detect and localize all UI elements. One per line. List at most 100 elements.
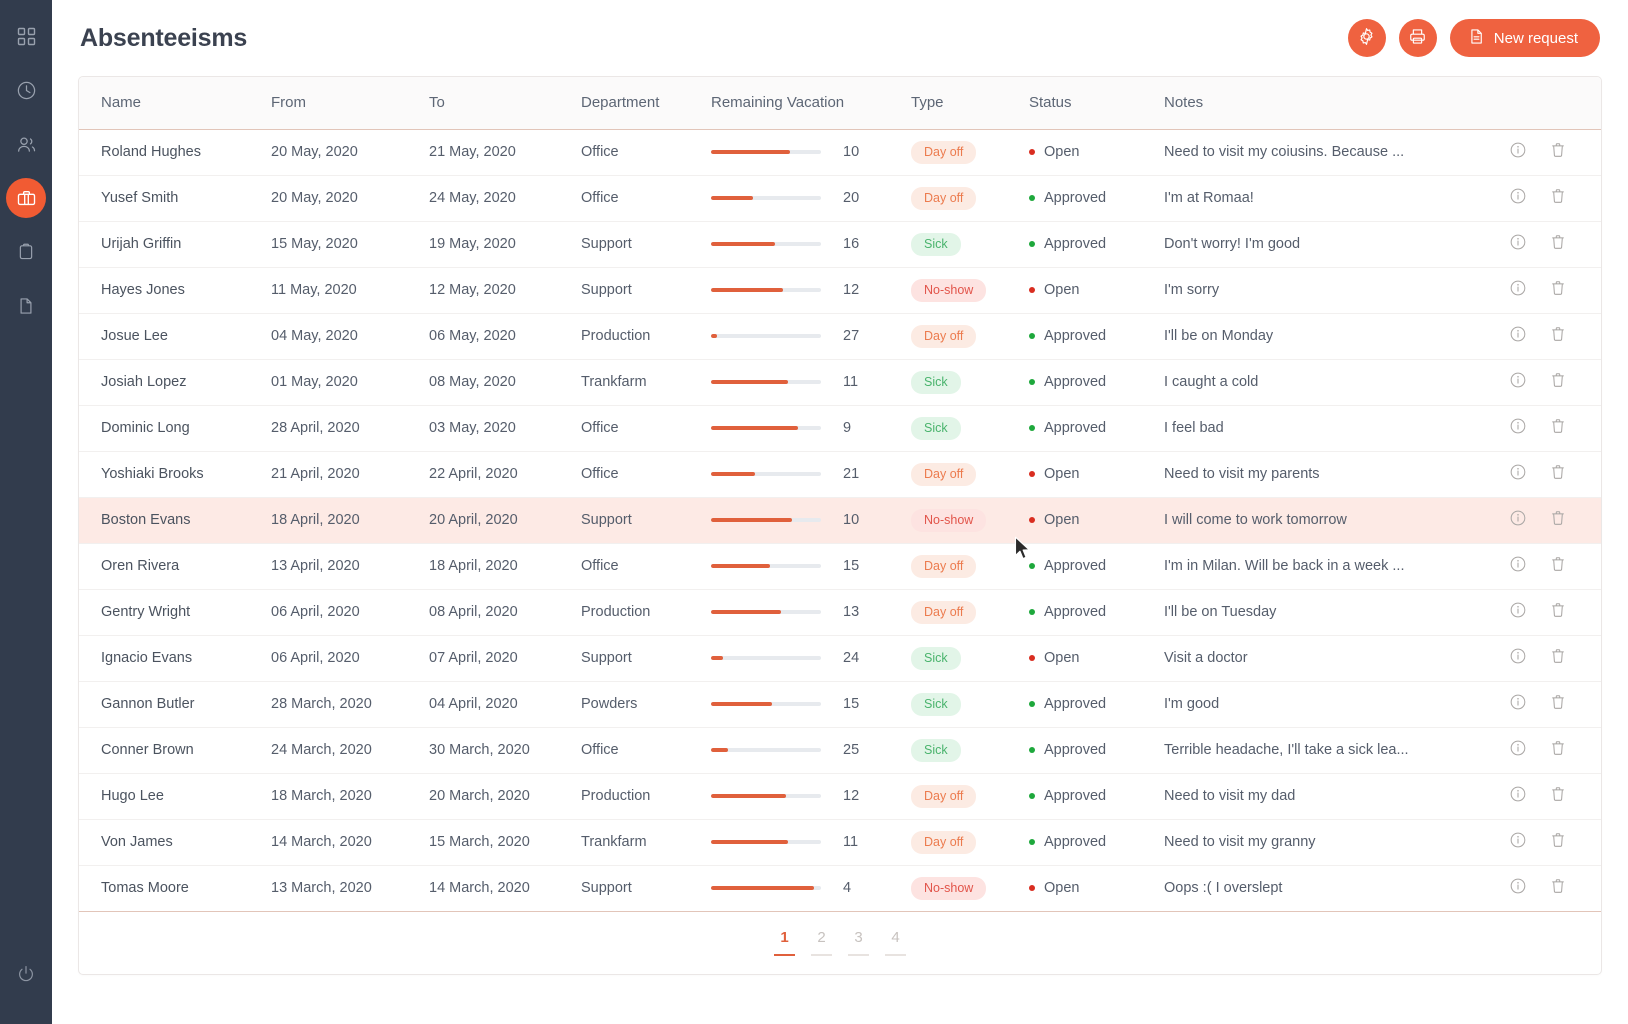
cell-department: Office (581, 727, 711, 773)
trash-icon[interactable] (1549, 325, 1567, 347)
info-icon[interactable] (1509, 877, 1527, 899)
cell-actions (1509, 129, 1601, 175)
table-head: Name From To Department Remaining Vacati… (79, 77, 1601, 129)
info-icon[interactable] (1509, 187, 1527, 209)
cell-type: Day off (911, 819, 1029, 865)
info-icon[interactable] (1509, 463, 1527, 485)
trash-icon[interactable] (1549, 371, 1567, 393)
table-row[interactable]: Josiah Lopez01 May, 202008 May, 2020Tran… (79, 359, 1601, 405)
pagination-page-1[interactable]: 1 (766, 929, 803, 956)
status-dot (1029, 149, 1035, 155)
info-icon[interactable] (1509, 831, 1527, 853)
table-row[interactable]: Tomas Moore13 March, 202014 March, 2020S… (79, 865, 1601, 911)
cell-status: Open (1029, 129, 1164, 175)
column-header-notes[interactable]: Notes (1164, 77, 1509, 129)
info-icon[interactable] (1509, 371, 1527, 393)
cell-department: Office (581, 543, 711, 589)
cell-department: Production (581, 589, 711, 635)
status-label: Approved (1044, 374, 1106, 390)
info-icon[interactable] (1509, 647, 1527, 669)
trash-icon[interactable] (1549, 417, 1567, 439)
trash-icon[interactable] (1549, 233, 1567, 255)
trash-icon[interactable] (1549, 601, 1567, 623)
info-icon[interactable] (1509, 417, 1527, 439)
info-icon[interactable] (1509, 141, 1527, 163)
table-row[interactable]: Boston Evans18 April, 202020 April, 2020… (79, 497, 1601, 543)
trash-icon[interactable] (1549, 555, 1567, 577)
pagination-page-2[interactable]: 2 (803, 929, 840, 956)
table-row[interactable]: Josue Lee04 May, 202006 May, 2020Product… (79, 313, 1601, 359)
table-row[interactable]: Gannon Butler28 March, 202004 April, 202… (79, 681, 1601, 727)
pagination-page-3[interactable]: 3 (840, 929, 877, 956)
vacation-progress-bar (711, 196, 821, 200)
sidebar-item-people[interactable] (0, 118, 52, 170)
table-row[interactable]: Urijah Griffin15 May, 202019 May, 2020Su… (79, 221, 1601, 267)
sidebar-item-logout[interactable] (0, 948, 52, 1000)
table-row[interactable]: Conner Brown24 March, 202030 March, 2020… (79, 727, 1601, 773)
sidebar-item-tasks[interactable] (0, 226, 52, 278)
sidebar-item-absenteeisms[interactable] (0, 172, 52, 224)
sidebar-item-documents[interactable] (0, 280, 52, 332)
column-header-status[interactable]: Status (1029, 77, 1164, 129)
info-icon[interactable] (1509, 693, 1527, 715)
type-badge: Day off (911, 785, 976, 808)
info-icon[interactable] (1509, 279, 1527, 301)
info-icon[interactable] (1509, 555, 1527, 577)
column-header-remaining-vacation[interactable]: Remaining Vacation (711, 77, 911, 129)
sidebar-item-time[interactable] (0, 64, 52, 116)
trash-icon[interactable] (1549, 463, 1567, 485)
vacation-value: 15 (843, 558, 859, 574)
pagination-page-4[interactable]: 4 (877, 929, 914, 956)
cell-to: 08 May, 2020 (429, 359, 581, 405)
cell-name: Josiah Lopez (79, 359, 271, 405)
table-row[interactable]: Roland Hughes20 May, 202021 May, 2020Off… (79, 129, 1601, 175)
column-header-type[interactable]: Type (911, 77, 1029, 129)
table-row[interactable]: Dominic Long28 April, 202003 May, 2020Of… (79, 405, 1601, 451)
trash-icon[interactable] (1549, 739, 1567, 761)
trash-icon[interactable] (1549, 647, 1567, 669)
table-row[interactable]: Yusef Smith20 May, 202024 May, 2020Offic… (79, 175, 1601, 221)
sidebar-item-dashboard[interactable] (0, 10, 52, 62)
column-header-from[interactable]: From (271, 77, 429, 129)
type-badge: Sick (911, 371, 961, 394)
print-button[interactable] (1399, 19, 1437, 57)
notes-text: I'll be on Monday (1164, 328, 1509, 344)
trash-icon[interactable] (1549, 785, 1567, 807)
cell-actions (1509, 727, 1601, 773)
info-icon[interactable] (1509, 233, 1527, 255)
cell-actions (1509, 497, 1601, 543)
info-icon[interactable] (1509, 739, 1527, 761)
vacation-progress-bar (711, 150, 821, 154)
cell-type: Day off (911, 313, 1029, 359)
table-row[interactable]: Von James14 March, 202015 March, 2020Tra… (79, 819, 1601, 865)
table-row[interactable]: Ignacio Evans06 April, 202007 April, 202… (79, 635, 1601, 681)
column-header-actions (1509, 77, 1601, 129)
trash-icon[interactable] (1549, 509, 1567, 531)
info-icon[interactable] (1509, 785, 1527, 807)
info-icon[interactable] (1509, 509, 1527, 531)
trash-icon[interactable] (1549, 141, 1567, 163)
cell-department: Trankfarm (581, 819, 711, 865)
info-icon[interactable] (1509, 325, 1527, 347)
trash-icon[interactable] (1549, 831, 1567, 853)
trash-icon[interactable] (1549, 693, 1567, 715)
trash-icon[interactable] (1549, 279, 1567, 301)
table-row[interactable]: Gentry Wright06 April, 202008 April, 202… (79, 589, 1601, 635)
table-row[interactable]: Oren Rivera13 April, 202018 April, 2020O… (79, 543, 1601, 589)
table-row[interactable]: Hugo Lee18 March, 202020 March, 2020Prod… (79, 773, 1601, 819)
info-icon[interactable] (1509, 601, 1527, 623)
cell-actions (1509, 635, 1601, 681)
status-dot (1029, 563, 1035, 569)
trash-icon[interactable] (1549, 877, 1567, 899)
settings-button[interactable] (1348, 19, 1386, 57)
table-row[interactable]: Yoshiaki Brooks21 April, 202022 April, 2… (79, 451, 1601, 497)
sidebar (0, 0, 52, 1024)
new-request-button[interactable]: New request (1450, 19, 1600, 57)
table-row[interactable]: Hayes Jones11 May, 202012 May, 2020Suppo… (79, 267, 1601, 313)
column-header-department[interactable]: Department (581, 77, 711, 129)
trash-icon[interactable] (1549, 187, 1567, 209)
cell-status: Approved (1029, 405, 1164, 451)
cell-to: 08 April, 2020 (429, 589, 581, 635)
column-header-name[interactable]: Name (79, 77, 271, 129)
column-header-to[interactable]: To (429, 77, 581, 129)
